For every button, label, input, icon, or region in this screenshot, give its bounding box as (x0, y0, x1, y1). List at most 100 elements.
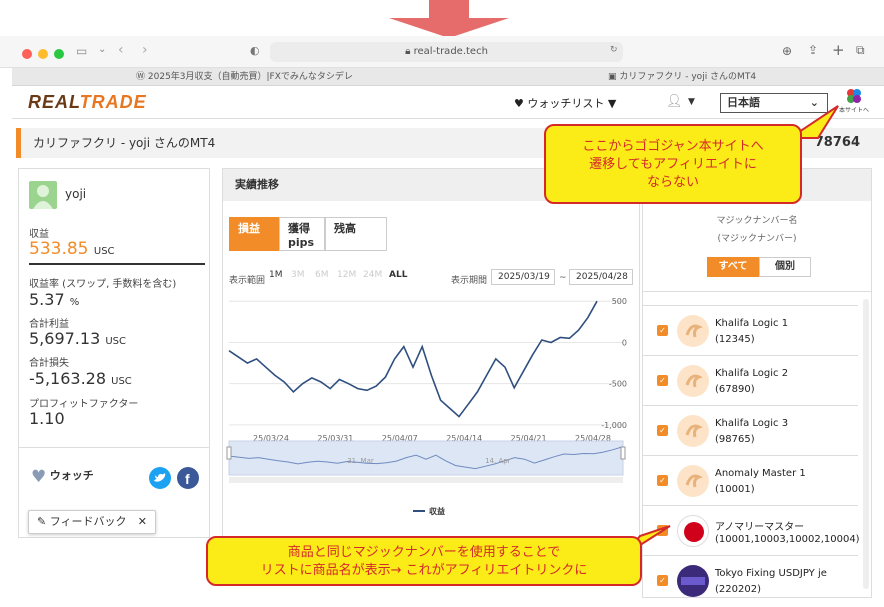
navigator-handle-left[interactable] (226, 446, 232, 460)
address-bar[interactable]: 🔒︎ real-trade.tech (270, 42, 623, 62)
list-item[interactable]: ✓ Anomaly Master 1 (10001) (643, 455, 858, 507)
page-title: カリファフクリ - yoji さんのMT4 (33, 136, 216, 150)
logo-part-a: REAL (28, 92, 80, 112)
magic-number: (67890) (715, 384, 755, 395)
person-icon (33, 185, 53, 209)
divider (19, 447, 209, 448)
back-icon[interactable]: ‹ (118, 42, 124, 58)
download-icon[interactable]: ⊕ (782, 44, 792, 58)
y-tick-label: 0 (622, 338, 627, 347)
tab-realtrade-label: カリファフクリ - yoji さんのMT4 (619, 72, 757, 82)
roi-number: 5.37 (29, 290, 65, 309)
ea-logo-icon (677, 565, 709, 597)
total-loss-number: -5,163.28 (29, 369, 107, 388)
tab-pnl[interactable]: 損益 (229, 217, 279, 251)
magic-number: (12345) (715, 334, 755, 345)
tab-bar: Ⓦ 2025年3月収支（自動売買）|FXでみんなタシデレ ▣ カリファフクリ -… (12, 68, 884, 86)
user-menu-caret-icon[interactable]: ▼ (688, 97, 695, 107)
magic-name[interactable]: アノマリーマスター (715, 518, 804, 533)
checkbox[interactable]: ✓ (657, 375, 668, 386)
new-tab-icon[interactable]: + (832, 41, 845, 59)
total-profit-value: 5,697.13 USC (29, 329, 126, 348)
pf-label: プロフィットファクター (29, 399, 139, 410)
total-loss-label: 合計損失 (29, 358, 69, 369)
range-6m[interactable]: 6M (315, 270, 329, 280)
checkbox[interactable]: ✓ (657, 325, 668, 336)
tab-blog-label: 2025年3月収支（自動売買）|FXでみんなタシデレ (147, 72, 353, 82)
list-item[interactable]: ✓ Khalifa Logic 1 (12345) (643, 305, 858, 357)
navigator-window[interactable] (228, 440, 624, 476)
range-3m[interactable]: 3M (291, 270, 305, 280)
close-window-button[interactable] (22, 49, 32, 59)
zoom-window-button[interactable] (54, 49, 64, 59)
tab-pnl-label: 損益 (238, 222, 260, 235)
list-item[interactable]: ✓ Khalifa Logic 2 (67890) (643, 355, 858, 407)
list-item[interactable]: ✓アノマリーマスター(10001,10003,10002,10004) (643, 505, 860, 557)
tab-overview-icon[interactable]: ⧉ (856, 43, 865, 58)
watch-label: ウォッチ (49, 469, 94, 482)
scrollbar[interactable] (863, 299, 869, 589)
callout-bottom: 商品と同じマジックナンバーを使用することで リストに商品名が表示→ これがアフィ… (206, 536, 642, 586)
roi-unit: % (69, 297, 80, 308)
performance-panel: 実績推移 損益 獲得 pips 残高 表示範囲 1M 3M 6M 12M 24M… (222, 168, 640, 538)
navigator-label: 31. Mar (347, 457, 374, 465)
navigator-scrollbar[interactable] (229, 477, 623, 483)
profile-panel: yoji 収益 533.85 USC 収益率 (スワップ, 手数料を含む) 5.… (18, 168, 210, 538)
profit-currency: USC (93, 246, 115, 257)
feedback-button[interactable]: ✎ フィードバック ✕ (28, 510, 156, 534)
range-24m[interactable]: 24M (363, 270, 382, 280)
share-icon[interactable]: ⇪ (808, 43, 818, 57)
range-1m[interactable]: 1M (269, 270, 283, 280)
magic-name[interactable]: Khalifa Logic 2 (715, 368, 788, 379)
date-from-input[interactable]: 2025/03/19 (491, 269, 555, 285)
avatar (29, 181, 57, 209)
callout-top-line1: ここからゴゴジャン本サイトへ (582, 139, 764, 154)
list-item[interactable]: ✓ Khalifa Logic 3 (98765) (643, 405, 858, 457)
toggle-single-button[interactable]: 個別 (759, 257, 811, 277)
svg-text:f: f (185, 471, 190, 487)
callout-bottom-line1: 商品と同じマジックナンバーを使用することで (287, 545, 561, 560)
list-item[interactable]: ✓ Tokyo Fixing USDJPY je (220202) (643, 555, 858, 607)
checkbox[interactable]: ✓ (657, 425, 668, 436)
tab-balance[interactable]: 残高 (325, 217, 387, 251)
privacy-shield-icon[interactable]: ◐ (250, 44, 260, 57)
facebook-icon[interactable]: f (177, 467, 199, 489)
watchlist-menu[interactable]: ♥ ウォッチリスト ▼ (514, 95, 616, 111)
forward-icon[interactable]: › (142, 42, 148, 58)
toggle-all-button[interactable]: すべて (707, 257, 759, 277)
reload-icon[interactable]: ↻ (610, 45, 618, 55)
tab-blog[interactable]: Ⓦ 2025年3月収支（自動売買）|FXでみんなタシデレ (136, 68, 353, 86)
realtrade-logo[interactable]: REALTRADE (28, 92, 147, 113)
range-12m[interactable]: 12M (337, 270, 356, 280)
feedback-label: フィードバック (49, 515, 127, 528)
tab-realtrade[interactable]: ▣ カリファフクリ - yoji さんのMT4 (608, 68, 756, 86)
chevron-down-icon[interactable]: ⌄ (98, 44, 106, 55)
minimize-window-button[interactable] (38, 49, 48, 59)
total-profit-currency: USC (105, 336, 126, 347)
checkbox[interactable]: ✓ (657, 475, 668, 486)
language-value: 日本語 (727, 96, 760, 109)
site-favicon-icon: ▣ (608, 72, 617, 82)
range-all[interactable]: ALL (389, 270, 407, 280)
caret-down-icon: ▼ (607, 97, 617, 110)
magic-subheading: (マジックナンバー) (717, 234, 797, 244)
magic-name[interactable]: Tokyo Fixing USDJPY je (715, 568, 827, 579)
profit-label: 収益 (29, 229, 49, 240)
close-icon[interactable]: ✕ (138, 511, 147, 533)
tab-pips-label: 獲得 pips (288, 222, 315, 249)
profit-line-chart: 5000-500-1,00025/03/24 25/03/31 25/04/07 25… (226, 297, 627, 516)
ea-logo-icon (677, 365, 709, 397)
watch-button[interactable]: ♥ ウォッチ (31, 467, 94, 487)
sidebar-icon[interactable]: ▭ (76, 44, 87, 58)
tab-pips[interactable]: 獲得 pips (279, 217, 325, 251)
divider (29, 263, 205, 265)
twitter-icon[interactable] (149, 467, 171, 489)
navigator-handle-right[interactable] (620, 446, 626, 460)
magic-name[interactable]: Anomaly Master 1 (715, 468, 806, 479)
user-icon[interactable]: 👤︎ (666, 94, 683, 109)
date-to-input[interactable]: 2025/04/28 (569, 269, 633, 285)
checkbox[interactable]: ✓ (657, 575, 668, 586)
magic-name[interactable]: Khalifa Logic 3 (715, 418, 788, 429)
edit-icon: ✎ (37, 515, 47, 528)
magic-name[interactable]: Khalifa Logic 1 (715, 318, 788, 329)
